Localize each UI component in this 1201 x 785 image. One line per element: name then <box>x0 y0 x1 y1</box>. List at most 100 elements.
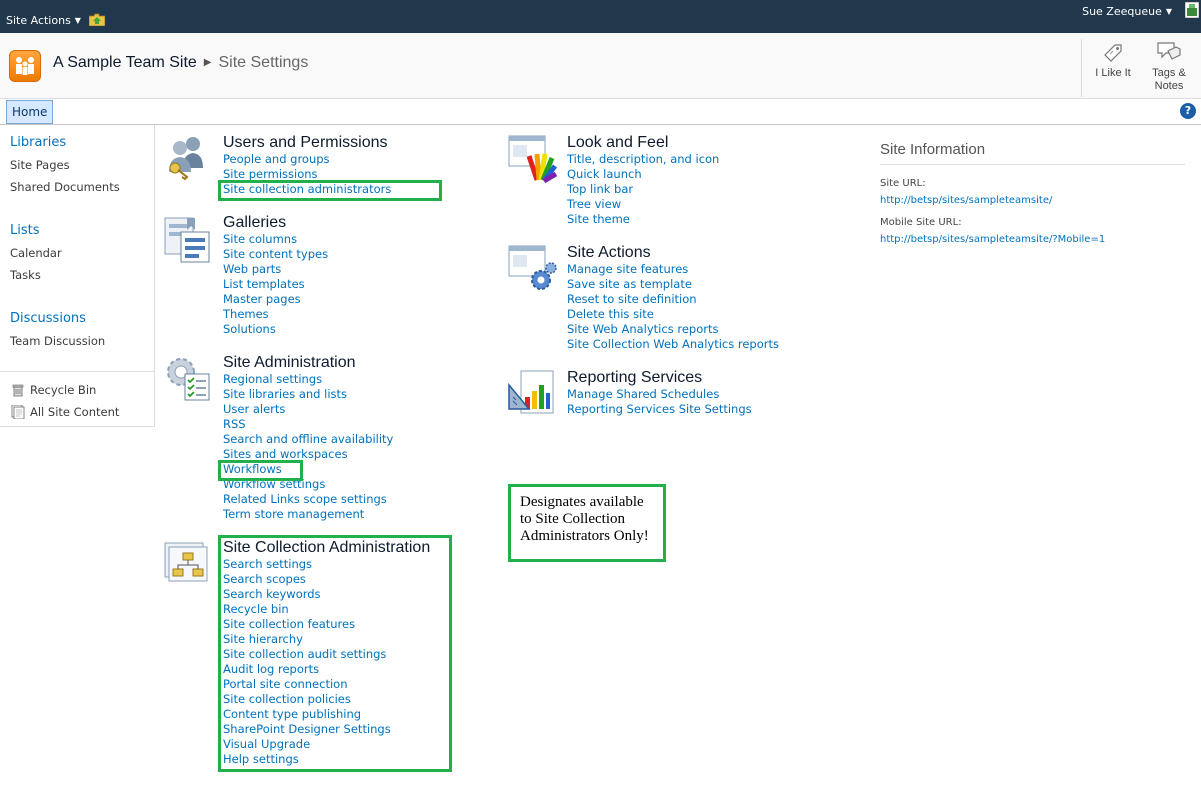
divider <box>0 371 154 372</box>
annotation-line-2: to Site Collection <box>520 511 625 527</box>
chevron-down-icon: ▼ <box>74 16 81 25</box>
list-item: Manage site features <box>567 262 779 277</box>
quicklaunch-heading-discussions[interactable]: Discussions <box>10 311 86 326</box>
list-item: Top link bar <box>567 182 719 197</box>
settings-link[interactable]: Web parts <box>223 262 281 276</box>
settings-link[interactable]: Sites and workspaces <box>223 447 348 461</box>
top-link-bar: Home ? <box>0 99 1201 125</box>
settings-link[interactable]: Regional settings <box>223 372 322 386</box>
quicklaunch-item-calendar[interactable]: Calendar <box>10 246 62 260</box>
tab-home[interactable]: Home <box>6 100 54 124</box>
quicklaunch-item-tasks[interactable]: Tasks <box>10 268 41 282</box>
settings-link[interactable]: Delete this site <box>567 307 654 321</box>
site-url-link[interactable]: http://betsp/sites/sampleteamsite/ <box>880 195 1052 206</box>
list-item: Site Web Analytics reports <box>567 322 779 337</box>
settings-link[interactable]: Top link bar <box>567 182 633 196</box>
user-status-icon[interactable] <box>1185 2 1199 18</box>
group-title: Site Actions <box>567 244 651 261</box>
site-actions-label: Site Actions <box>6 14 71 27</box>
list-item: Reset to site definition <box>567 292 779 307</box>
list-item: Search and offline availability <box>223 432 393 447</box>
settings-link[interactable]: People and groups <box>223 152 330 166</box>
chevron-down-icon: ▼ <box>1165 7 1172 16</box>
settings-link[interactable]: Quick launch <box>567 167 642 181</box>
users-permissions-icon <box>169 137 203 181</box>
settings-link[interactable]: Reset to site definition <box>567 292 697 306</box>
breadcrumb-site-link[interactable]: A Sample Team Site <box>53 54 197 71</box>
tags-notes-icon <box>1157 42 1181 60</box>
i-like-it-label: I Like It <box>1095 67 1131 79</box>
list-item: Site content types <box>223 247 328 262</box>
breadcrumb: A Sample Team Site ▶ Site Settings <box>53 54 308 72</box>
quicklaunch-item-all-site-content[interactable]: All Site Content <box>30 405 119 419</box>
list-item: Title, description, and icon <box>567 152 719 167</box>
settings-link[interactable]: Themes <box>223 307 269 321</box>
settings-link[interactable]: Term store management <box>223 507 364 521</box>
settings-link[interactable]: List templates <box>223 277 305 291</box>
title-area: A Sample Team Site ▶ Site Settings I Like … <box>0 33 1201 99</box>
quick-launch: Libraries Site Pages Shared Documents Li… <box>0 125 155 427</box>
list-item: Web parts <box>223 262 328 277</box>
list-item: Related Links scope settings <box>223 492 393 507</box>
settings-link[interactable]: Site Collection Web Analytics reports <box>567 337 779 351</box>
annotation-box-site-collection-administration <box>218 535 452 772</box>
group-title: Users and Permissions <box>223 134 388 151</box>
site-logo-icon[interactable] <box>9 50 41 82</box>
reporting-services-icon <box>508 370 554 414</box>
site-collection-administration-icon <box>164 542 208 582</box>
settings-link[interactable]: Related Links scope settings <box>223 492 387 506</box>
settings-link[interactable]: Solutions <box>223 322 276 336</box>
list-item: Manage Shared Schedules <box>567 387 752 402</box>
settings-link[interactable]: Manage site features <box>567 262 688 276</box>
list-item: Themes <box>223 307 328 322</box>
annotation-box-workflows <box>218 460 303 481</box>
top-ribbon-bar: Site Actions ▼ Sue Zeequeue ▼ <box>0 0 1201 33</box>
divider <box>1081 39 1082 97</box>
settings-link[interactable]: Site libraries and lists <box>223 387 347 401</box>
quicklaunch-heading-lists[interactable]: Lists <box>10 223 40 238</box>
settings-link[interactable]: Title, description, and icon <box>567 152 719 166</box>
site-administration-icon <box>167 358 210 401</box>
list-item: List templates <box>223 277 328 292</box>
quicklaunch-item-team-discussion[interactable]: Team Discussion <box>10 334 105 348</box>
like-tag-icon <box>1104 44 1122 62</box>
list-item: Delete this site <box>567 307 779 322</box>
annotation-note: Designates available to Site Collection … <box>508 484 666 562</box>
list-item: Site Collection Web Analytics reports <box>567 337 779 352</box>
settings-link[interactable]: Save site as template <box>567 277 692 291</box>
list-item: Site columns <box>223 232 328 247</box>
settings-link[interactable]: Master pages <box>223 292 301 306</box>
settings-link[interactable]: Site theme <box>567 212 630 226</box>
settings-link[interactable]: Site content types <box>223 247 328 261</box>
help-icon[interactable]: ? <box>1180 103 1196 119</box>
quicklaunch-heading-libraries[interactable]: Libraries <box>10 135 66 150</box>
navigate-up-folder-icon[interactable] <box>89 13 105 26</box>
settings-link[interactable]: Search and offline availability <box>223 432 393 446</box>
settings-link[interactable]: Site Web Analytics reports <box>567 322 718 336</box>
annotation-line-1: Designates available <box>520 494 644 510</box>
settings-link[interactable]: Manage Shared Schedules <box>567 387 719 401</box>
list-item: Reporting Services Site Settings <box>567 402 752 417</box>
list-item: Tree view <box>567 197 719 212</box>
recycle-bin-icon <box>12 384 24 397</box>
settings-link[interactable]: User alerts <box>223 402 285 416</box>
list-item: RSS <box>223 417 393 432</box>
settings-link[interactable]: Site columns <box>223 232 297 246</box>
site-actions-menu[interactable]: Site Actions ▼ <box>6 14 81 27</box>
settings-link[interactable]: Site permissions <box>223 167 318 181</box>
quicklaunch-item-recycle-bin[interactable]: Recycle Bin <box>30 383 96 397</box>
i-like-it-button[interactable]: I Like It <box>1088 33 1138 99</box>
mobile-site-url-link[interactable]: http://betsp/sites/sampleteamsite/?Mobil… <box>880 234 1105 245</box>
user-menu[interactable]: Sue Zeequeue ▼ <box>1082 5 1172 18</box>
galleries-icon <box>164 217 210 263</box>
list-item: Master pages <box>223 292 328 307</box>
settings-link[interactable]: Tree view <box>567 197 621 211</box>
mobile-site-url-label: Mobile Site URL: <box>880 217 962 228</box>
list-item: Save site as template <box>567 277 779 292</box>
list-item: Site libraries and lists <box>223 387 393 402</box>
quicklaunch-item-site-pages[interactable]: Site Pages <box>10 158 70 172</box>
settings-link[interactable]: Reporting Services Site Settings <box>567 402 752 416</box>
settings-link[interactable]: RSS <box>223 417 246 431</box>
quicklaunch-item-shared-documents[interactable]: Shared Documents <box>10 180 120 194</box>
tags-notes-button[interactable]: Tags & Notes <box>1144 33 1194 99</box>
